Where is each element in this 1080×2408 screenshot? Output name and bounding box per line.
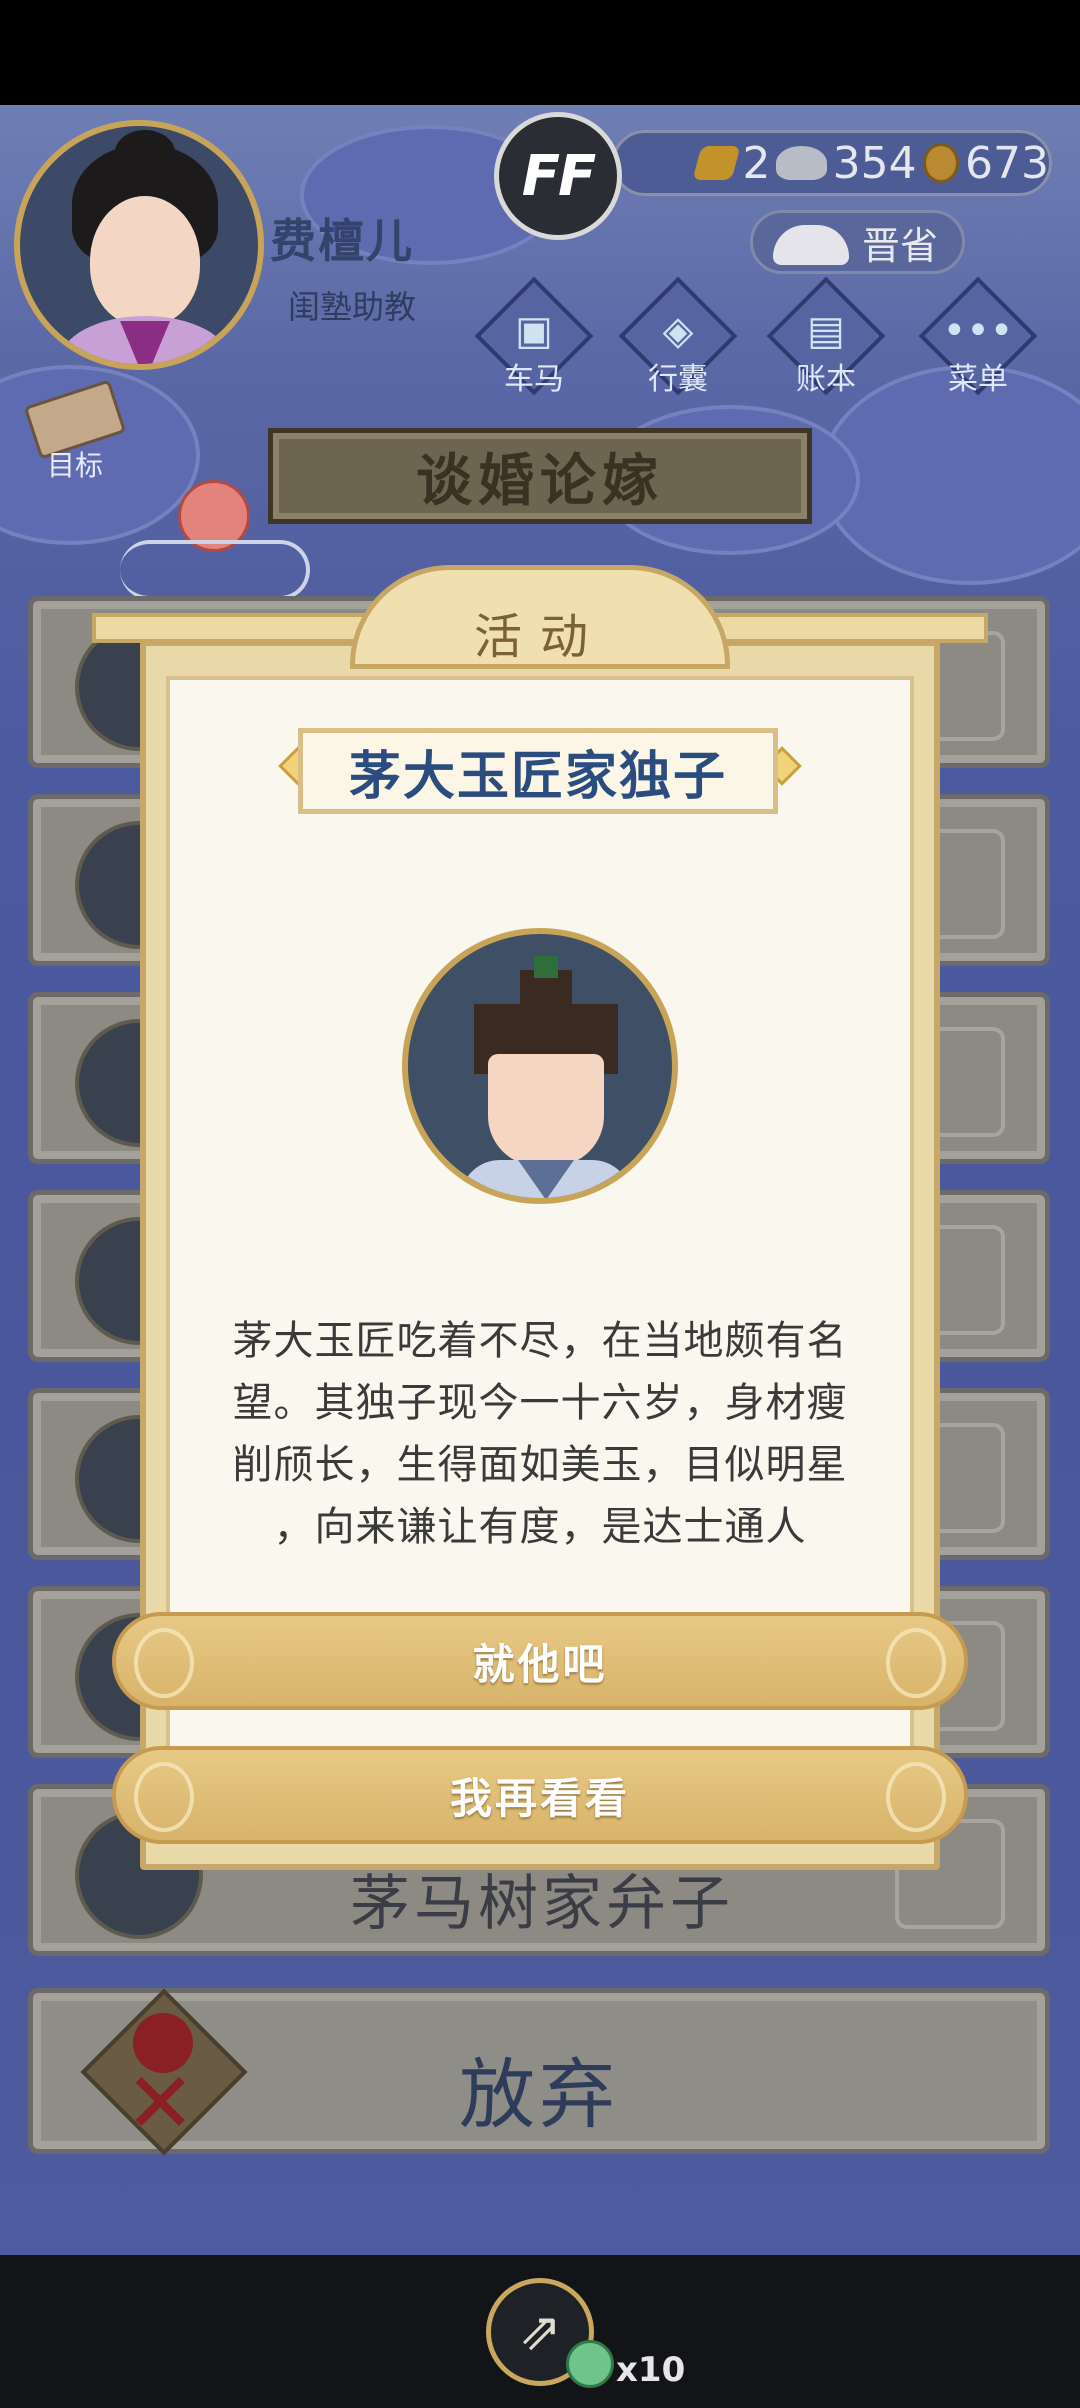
target-label: 目标 xyxy=(46,449,103,482)
description-line: 削颀长，生得面如美玉，目似明星 xyxy=(232,1442,848,1488)
page-title: 谈婚论嫁 xyxy=(268,428,812,524)
gold-ingot-icon xyxy=(692,146,741,180)
confirm-label: 就他吧 xyxy=(472,1639,608,1689)
target-button[interactable]: 目标 xyxy=(20,379,130,492)
menu-bag-label: 行囊 xyxy=(648,362,708,397)
description-line: 望。其独子现今一十六岁，身材瘦 xyxy=(232,1380,848,1426)
menu-bag[interactable]: ◈ 行囊 xyxy=(618,276,738,402)
menu-ledger[interactable]: ▤ 账本 xyxy=(766,276,886,402)
lamp-icon xyxy=(773,225,849,265)
modal-header: 活动 xyxy=(92,565,988,669)
carriage-icon: ▣ xyxy=(515,308,553,354)
confirm-button[interactable]: 就他吧 xyxy=(112,1612,968,1710)
currency-bar[interactable]: 2 354 673 xyxy=(612,130,1052,196)
coin-amount: 673 xyxy=(965,137,1049,189)
share-icon: ⇗ xyxy=(518,2302,562,2362)
jade-gem-icon xyxy=(566,2340,614,2388)
ff-badge[interactable]: FF xyxy=(494,112,622,240)
character-name: 茅大玉匠家独子 xyxy=(298,728,778,814)
more-icon: ••• xyxy=(942,308,1014,354)
menu-ledger-label: 账本 xyxy=(796,362,856,397)
silver-ingot-icon xyxy=(776,146,827,180)
menu-main-label: 菜单 xyxy=(948,362,1008,397)
reconsider-label: 我再看看 xyxy=(449,1773,630,1823)
player-name: 费檀儿 xyxy=(270,214,414,268)
character-description: 茅大玉匠吃着不尽，在当地颇有名 望。其独子现今一十六岁，身材瘦 削颀长，生得面如… xyxy=(196,1310,884,1558)
status-bar xyxy=(0,0,1080,105)
silver-amount: 354 xyxy=(832,137,917,189)
ledger-icon: ▤ xyxy=(807,308,845,354)
gold-amount: 2 xyxy=(742,137,771,189)
share-count: x10 xyxy=(616,2350,686,2390)
reconsider-button[interactable]: 我再看看 xyxy=(112,1746,968,1844)
menu-main[interactable]: ••• 菜单 xyxy=(918,276,1038,402)
bag-icon: ◈ xyxy=(662,308,694,354)
modal-title: 活动 xyxy=(473,609,606,665)
description-line: ，向来谦让有度，是达士通人 xyxy=(273,1504,807,1550)
character-portrait xyxy=(402,928,678,1204)
give-up-label: 放弃 xyxy=(459,2050,619,2139)
jinsheng-button[interactable]: 晋省 xyxy=(750,210,965,274)
menu-carriage[interactable]: ▣ 车马 xyxy=(474,276,594,402)
give-up-button[interactable]: ✕ 放弃 xyxy=(28,1988,1050,2156)
player-avatar[interactable] xyxy=(14,120,264,370)
copper-coin-icon xyxy=(922,143,959,183)
jinsheng-label: 晋省 xyxy=(861,223,938,268)
description-line: 茅大玉匠吃着不尽，在当地颇有名 xyxy=(232,1318,848,1364)
player-title: 闺塾助教 xyxy=(288,288,417,326)
menu-carriage-label: 车马 xyxy=(504,362,564,397)
